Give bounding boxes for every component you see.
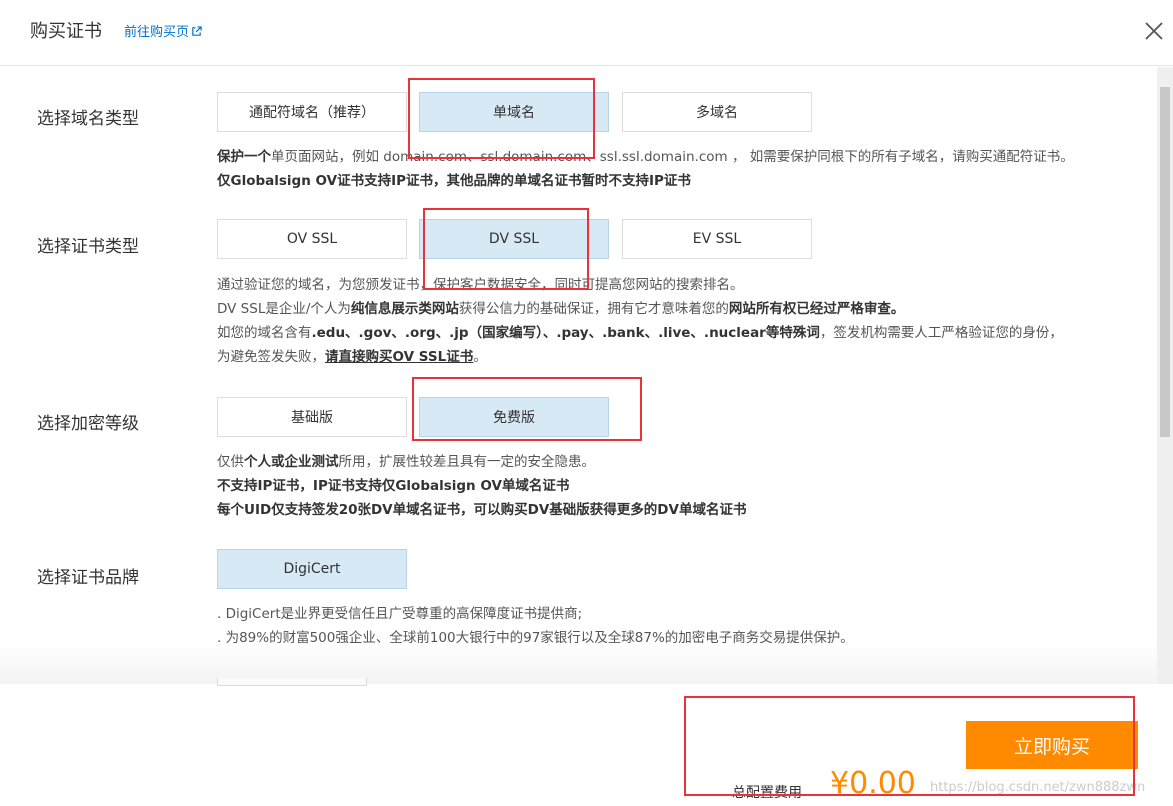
option-dv-ssl[interactable]: DV SSL	[419, 219, 609, 259]
cert-type-label: 选择证书类型	[37, 237, 139, 257]
option-ov-ssl[interactable]: OV SSL	[217, 219, 407, 259]
encryption-desc-line-2: 不支持IP证书，IP证书支持仅Globalsign OV单域名证书	[217, 478, 570, 494]
domain-type-description: 保护一个单页面网站，例如 domain.com、ssl.domain.com、s…	[217, 145, 1074, 193]
dialog-title: 购买证书	[30, 21, 102, 42]
total-cost-label: 总配置费用	[732, 785, 802, 801]
brand-label: 选择证书品牌	[37, 568, 139, 588]
cert-desc-line-1: 通过验证您的域名，为您颁发证书，保护客户数据安全，同时可提高您网站的搜索排名。	[217, 277, 744, 293]
cert-desc-line-3: 如您的域名含有.edu、.gov、.org、.jp（国家编写）、.pay、.ba…	[217, 325, 1063, 341]
encryption-desc-line-3: 每个UID仅支持签发20张DV单域名证书，可以购买DV基础版获得更多的DV单域名…	[217, 502, 747, 518]
encryption-level-label: 选择加密等级	[37, 414, 139, 434]
domain-desc-line-1: 保护一个单页面网站，例如 domain.com、ssl.domain.com、s…	[217, 149, 1074, 165]
encryption-desc-line-1: 仅供个人或企业测试所用，扩展性较差且具有一定的安全隐患。	[217, 454, 595, 470]
cert-desc-line-2: DV SSL是企业/个人为纯信息展示类网站获得公信力的基础保证，拥有它才意味着您…	[217, 301, 905, 317]
option-multi-domain[interactable]: 多域名	[622, 92, 812, 132]
content-scrollbar[interactable]	[1157, 67, 1173, 684]
brand-desc-line-1: . DigiCert是业界更受信任且广受尊重的高保障度证书提供商;	[217, 606, 583, 622]
content-fade	[0, 644, 1157, 684]
option-single-domain[interactable]: 单域名	[419, 92, 609, 132]
brand-description: . DigiCert是业界更受信任且广受尊重的高保障度证书提供商; . 为89%…	[217, 602, 854, 650]
close-icon[interactable]	[1143, 20, 1165, 42]
go-to-purchase-page-link[interactable]: 前往购买页	[124, 21, 202, 40]
option-ev-ssl[interactable]: EV SSL	[622, 219, 812, 259]
dialog-content: 选择域名类型 通配符域名（推荐） 单域名 多域名 保护一个单页面网站，例如 do…	[0, 67, 1157, 684]
purchase-page-link-label: 前往购买页	[124, 25, 190, 40]
option-free-edition[interactable]: 免费版	[419, 397, 609, 437]
partial-stepper[interactable]	[217, 678, 367, 686]
buy-now-button[interactable]: 立即购买	[966, 721, 1138, 769]
cert-type-description: 通过验证您的域名，为您颁发证书，保护客户数据安全，同时可提高您网站的搜索排名。 …	[217, 273, 1063, 369]
encryption-description: 仅供个人或企业测试所用，扩展性较差且具有一定的安全隐患。 不支持IP证书，IP证…	[217, 450, 746, 522]
dialog-footer: 立即购买 总配置费用 ¥0.00 https://blog.csdn.net/z…	[0, 678, 1173, 806]
brand-desc-line-2: . 为89%的财富500强企业、全球前100大银行中的97家银行以及全球87%的…	[217, 630, 854, 646]
dialog-header: 购买证书 前往购买页	[0, 0, 1173, 66]
option-basic-edition[interactable]: 基础版	[217, 397, 407, 437]
option-wildcard-domain[interactable]: 通配符域名（推荐）	[217, 92, 407, 132]
cert-desc-line-4: 为避免签发失败，请直接购买OV SSL证书。	[217, 349, 487, 365]
scrollbar-thumb[interactable]	[1160, 87, 1170, 437]
total-cost-value: ¥0.00	[830, 766, 916, 801]
external-link-icon	[192, 26, 202, 36]
watermark: https://blog.csdn.net/zwn888zwn	[930, 780, 1146, 795]
buy-ov-ssl-link[interactable]: 请直接购买OV SSL证书	[325, 349, 473, 365]
option-digicert[interactable]: DigiCert	[217, 549, 407, 589]
domain-desc-line-2: 仅Globalsign OV证书支持IP证书，其他品牌的单域名证书暂时不支持IP…	[217, 173, 691, 189]
domain-type-label: 选择域名类型	[37, 109, 139, 129]
